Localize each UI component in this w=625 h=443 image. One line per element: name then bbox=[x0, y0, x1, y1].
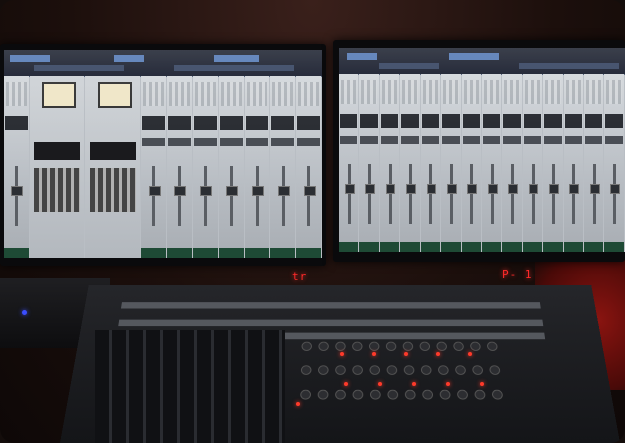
red-led-icon bbox=[468, 352, 472, 356]
right-monitor bbox=[333, 40, 625, 262]
left-monitor bbox=[0, 44, 326, 266]
red-led-icon bbox=[404, 352, 408, 356]
red-led-icon bbox=[436, 352, 440, 356]
left-monitor-screen bbox=[4, 50, 322, 258]
red-led-icon bbox=[378, 382, 382, 386]
red-led-icon bbox=[480, 382, 484, 386]
right-monitor-screen bbox=[339, 48, 625, 252]
red-led-icon bbox=[296, 402, 300, 406]
fader-bank bbox=[95, 330, 285, 443]
knob-row bbox=[302, 342, 497, 351]
studio-photo: tr P- 1 bbox=[0, 0, 625, 443]
surface-display-left: tr bbox=[292, 270, 308, 283]
red-led-icon bbox=[446, 382, 450, 386]
red-led-icon bbox=[372, 352, 376, 356]
power-led-icon bbox=[22, 310, 27, 315]
knob-row bbox=[301, 366, 500, 374]
red-led-icon bbox=[344, 382, 348, 386]
knob-row bbox=[301, 390, 503, 399]
surface-display-right: P- 1 bbox=[502, 268, 533, 281]
red-led-icon bbox=[340, 352, 344, 356]
red-led-icon bbox=[412, 382, 416, 386]
